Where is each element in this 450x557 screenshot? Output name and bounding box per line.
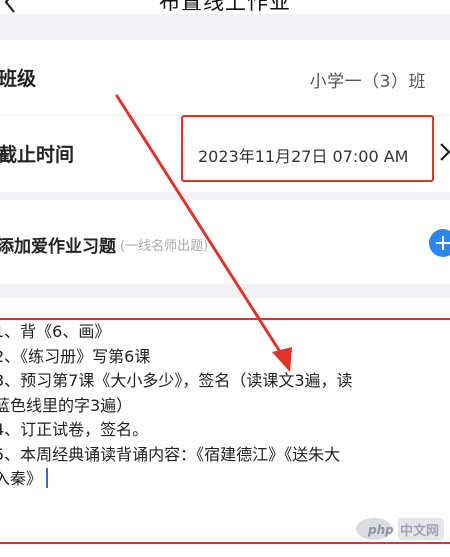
class-label: 班级 [0,68,37,90]
deadline-label: 截止时间 [0,144,75,166]
watermark-brand: php [368,523,394,537]
deadline-highlight-box [181,115,434,182]
navigation-bar: 布置线上作业 [0,0,450,14]
class-row[interactable]: 班级 小学一（3）班 [0,40,450,114]
add-practice-row[interactable]: 添加爱作业习题 (一线名师出题) [0,200,450,284]
watermark-site: 中文网 [400,524,440,539]
class-value: 小学一（3）班 [309,72,426,92]
chevron-right-icon[interactable] [438,141,450,163]
add-icon[interactable] [429,229,450,257]
page-title: 布置线上作业 [159,0,291,14]
add-practice-label: 添加爱作业习题 [0,237,116,257]
add-practice-sublabel: (一线名师出题) [120,239,209,254]
